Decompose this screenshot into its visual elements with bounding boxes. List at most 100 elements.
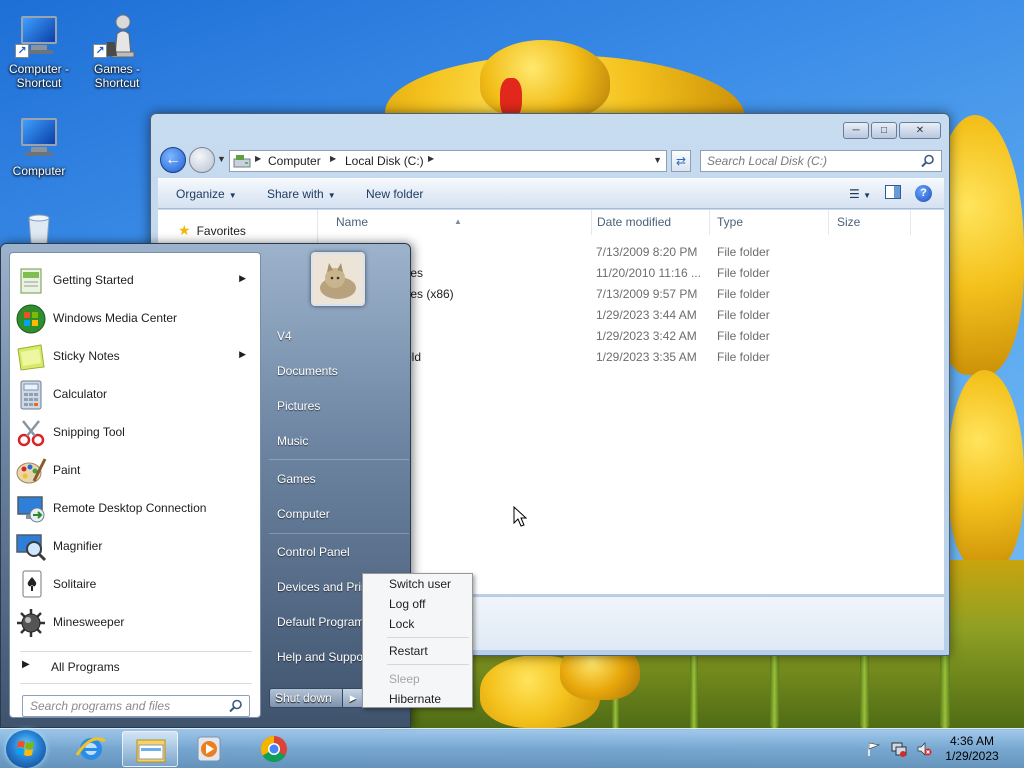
start-link-user[interactable]: V4 bbox=[277, 329, 292, 343]
action-center-flag-icon[interactable] bbox=[866, 741, 882, 757]
desktop-icon-label: Games - Shortcut bbox=[93, 62, 140, 90]
taskbar: 4:36 AM 1/29/2023 bbox=[0, 728, 1024, 768]
program-solitaire[interactable]: Solitaire bbox=[12, 567, 258, 603]
taskbar-internet-explorer[interactable] bbox=[63, 731, 119, 767]
volume-muted-icon[interactable] bbox=[916, 741, 932, 757]
column-header-name[interactable]: Name ▲ bbox=[328, 210, 592, 235]
favorites-star-icon: ★ bbox=[178, 222, 191, 238]
shutdown-button[interactable]: Shut down ▶ bbox=[269, 688, 363, 708]
minimize-button[interactable]: ─ bbox=[843, 122, 869, 139]
recent-pages-dropdown[interactable]: ▼ bbox=[217, 154, 226, 164]
program-sticky-notes[interactable]: Sticky Notes ▶ bbox=[12, 339, 258, 375]
start-link-pictures[interactable]: Pictures bbox=[277, 399, 320, 413]
chevron-down-icon: ▼ bbox=[327, 191, 336, 200]
menu-item-switch-user[interactable]: Switch user bbox=[365, 574, 470, 594]
close-button[interactable]: ✕ bbox=[899, 122, 941, 139]
submenu-arrow-icon[interactable]: ▶ bbox=[239, 273, 246, 284]
new-folder-button[interactable]: New folder bbox=[366, 187, 423, 201]
start-link-control-panel[interactable]: Control Panel bbox=[277, 545, 350, 559]
back-button[interactable]: ← bbox=[160, 147, 186, 173]
submenu-arrow-icon[interactable]: ▶ bbox=[239, 349, 246, 360]
user-avatar[interactable] bbox=[311, 252, 365, 306]
computer-icon: ↗ bbox=[15, 12, 63, 60]
navigation-bar: ← ▼ ▶ Computer ▶ Local Disk (C:) ▶ ▼ ⇄ bbox=[159, 146, 942, 174]
search-icon[interactable] bbox=[921, 154, 935, 168]
column-header-date-modified[interactable]: Date modified bbox=[589, 210, 710, 235]
menu-item-log-off[interactable]: Log off bbox=[365, 594, 470, 614]
taskbar-clock[interactable]: 4:36 AM 1/29/2023 bbox=[942, 734, 1002, 764]
share-with-button[interactable]: Share with ▼ bbox=[267, 187, 336, 201]
program-windows-media-center[interactable]: Windows Media Center bbox=[12, 301, 258, 337]
change-view-icon[interactable]: ☰ ▼ bbox=[849, 187, 871, 201]
media-center-icon bbox=[15, 303, 47, 335]
games-chess-icon: ↗ bbox=[93, 12, 141, 60]
clock-time: 4:36 AM bbox=[949, 734, 995, 748]
program-remote-desktop[interactable]: Remote Desktop Connection bbox=[12, 491, 258, 527]
start-link-help-support[interactable]: Help and Suppo bbox=[277, 650, 363, 664]
kitten-avatar-icon bbox=[313, 254, 363, 304]
program-calculator[interactable]: Calculator bbox=[12, 377, 258, 413]
media-player-icon bbox=[197, 736, 221, 762]
breadcrumb-computer[interactable]: Computer bbox=[268, 154, 321, 168]
back-arrow-icon: ← bbox=[165, 151, 181, 168]
start-link-default-programs[interactable]: Default Program bbox=[277, 615, 364, 629]
start-search-box[interactable] bbox=[22, 695, 250, 717]
explorer-search-input[interactable] bbox=[701, 151, 911, 171]
snipping-tool-icon bbox=[15, 417, 47, 449]
desktop-icon-computer-shortcut[interactable]: ↗ Computer - Shortcut bbox=[0, 12, 78, 90]
remote-desktop-icon bbox=[15, 493, 47, 525]
start-menu: Getting Started ▶ Windows Media Center S… bbox=[0, 243, 411, 728]
refresh-button[interactable]: ⇄ bbox=[671, 150, 691, 172]
mouse-cursor-icon bbox=[513, 505, 528, 531]
start-link-documents[interactable]: Documents bbox=[277, 364, 338, 378]
search-icon[interactable] bbox=[229, 699, 243, 713]
all-programs-button[interactable]: ▶ All Programs bbox=[12, 653, 258, 681]
start-link-devices-printers[interactable]: Devices and Prin bbox=[277, 580, 368, 594]
menu-item-hibernate[interactable]: Hibernate bbox=[365, 689, 470, 709]
solitaire-icon bbox=[15, 569, 47, 601]
window-controls: ─ □ ✕ bbox=[843, 122, 941, 139]
shutdown-options-arrow-icon[interactable]: ▶ bbox=[342, 689, 363, 707]
chrome-icon bbox=[260, 735, 287, 763]
desktop-icon-games-shortcut[interactable]: ↗ Games - Shortcut bbox=[78, 12, 156, 90]
address-bar[interactable]: ▶ Computer ▶ Local Disk (C:) ▶ ▼ bbox=[229, 150, 667, 172]
help-icon[interactable]: ? bbox=[915, 185, 932, 202]
program-getting-started[interactable]: Getting Started ▶ bbox=[12, 263, 258, 299]
start-link-games[interactable]: Games bbox=[277, 472, 316, 486]
program-paint[interactable]: Paint bbox=[12, 453, 258, 489]
magnifier-icon bbox=[15, 531, 47, 563]
program-magnifier[interactable]: Magnifier bbox=[12, 529, 258, 565]
desktop-icon-computer[interactable]: Computer bbox=[0, 114, 78, 178]
start-search-input[interactable] bbox=[23, 696, 219, 716]
taskbar-chrome[interactable] bbox=[246, 731, 302, 767]
forward-button[interactable] bbox=[189, 147, 215, 173]
program-snipping-tool[interactable]: Snipping Tool bbox=[12, 415, 258, 451]
clock-date: 1/29/2023 bbox=[945, 749, 999, 763]
sticky-notes-icon bbox=[15, 341, 47, 373]
menu-item-restart[interactable]: Restart bbox=[365, 641, 470, 661]
explorer-search-box[interactable] bbox=[700, 150, 942, 172]
maximize-button[interactable]: □ bbox=[871, 122, 897, 139]
start-link-computer[interactable]: Computer bbox=[277, 507, 330, 521]
menu-item-lock[interactable]: Lock bbox=[365, 614, 470, 634]
start-button[interactable] bbox=[6, 730, 46, 768]
start-link-music[interactable]: Music bbox=[277, 434, 308, 448]
nav-favorites[interactable]: ★ Favorites bbox=[178, 222, 246, 239]
column-header-type[interactable]: Type bbox=[709, 210, 829, 235]
preview-pane-icon[interactable] bbox=[885, 185, 901, 202]
taskbar-media-player[interactable] bbox=[182, 731, 238, 767]
network-icon[interactable] bbox=[891, 741, 907, 757]
drive-icon bbox=[233, 153, 251, 169]
sort-ascending-icon: ▲ bbox=[454, 217, 462, 226]
calculator-icon bbox=[15, 379, 47, 411]
shortcut-arrow-icon: ↗ bbox=[15, 44, 29, 58]
paint-icon bbox=[15, 455, 47, 487]
program-minesweeper[interactable]: Minesweeper bbox=[12, 605, 258, 641]
breadcrumb-local-disk[interactable]: Local Disk (C:) bbox=[345, 154, 424, 168]
column-header-size[interactable]: Size bbox=[829, 210, 911, 235]
taskbar-windows-explorer[interactable] bbox=[122, 731, 178, 767]
command-bar: Organize ▼ Share with ▼ New folder ☰ ▼ ? bbox=[158, 178, 944, 209]
organize-button[interactable]: Organize ▼ bbox=[176, 187, 237, 201]
minesweeper-icon bbox=[15, 607, 47, 639]
address-dropdown-icon[interactable]: ▼ bbox=[653, 155, 662, 165]
